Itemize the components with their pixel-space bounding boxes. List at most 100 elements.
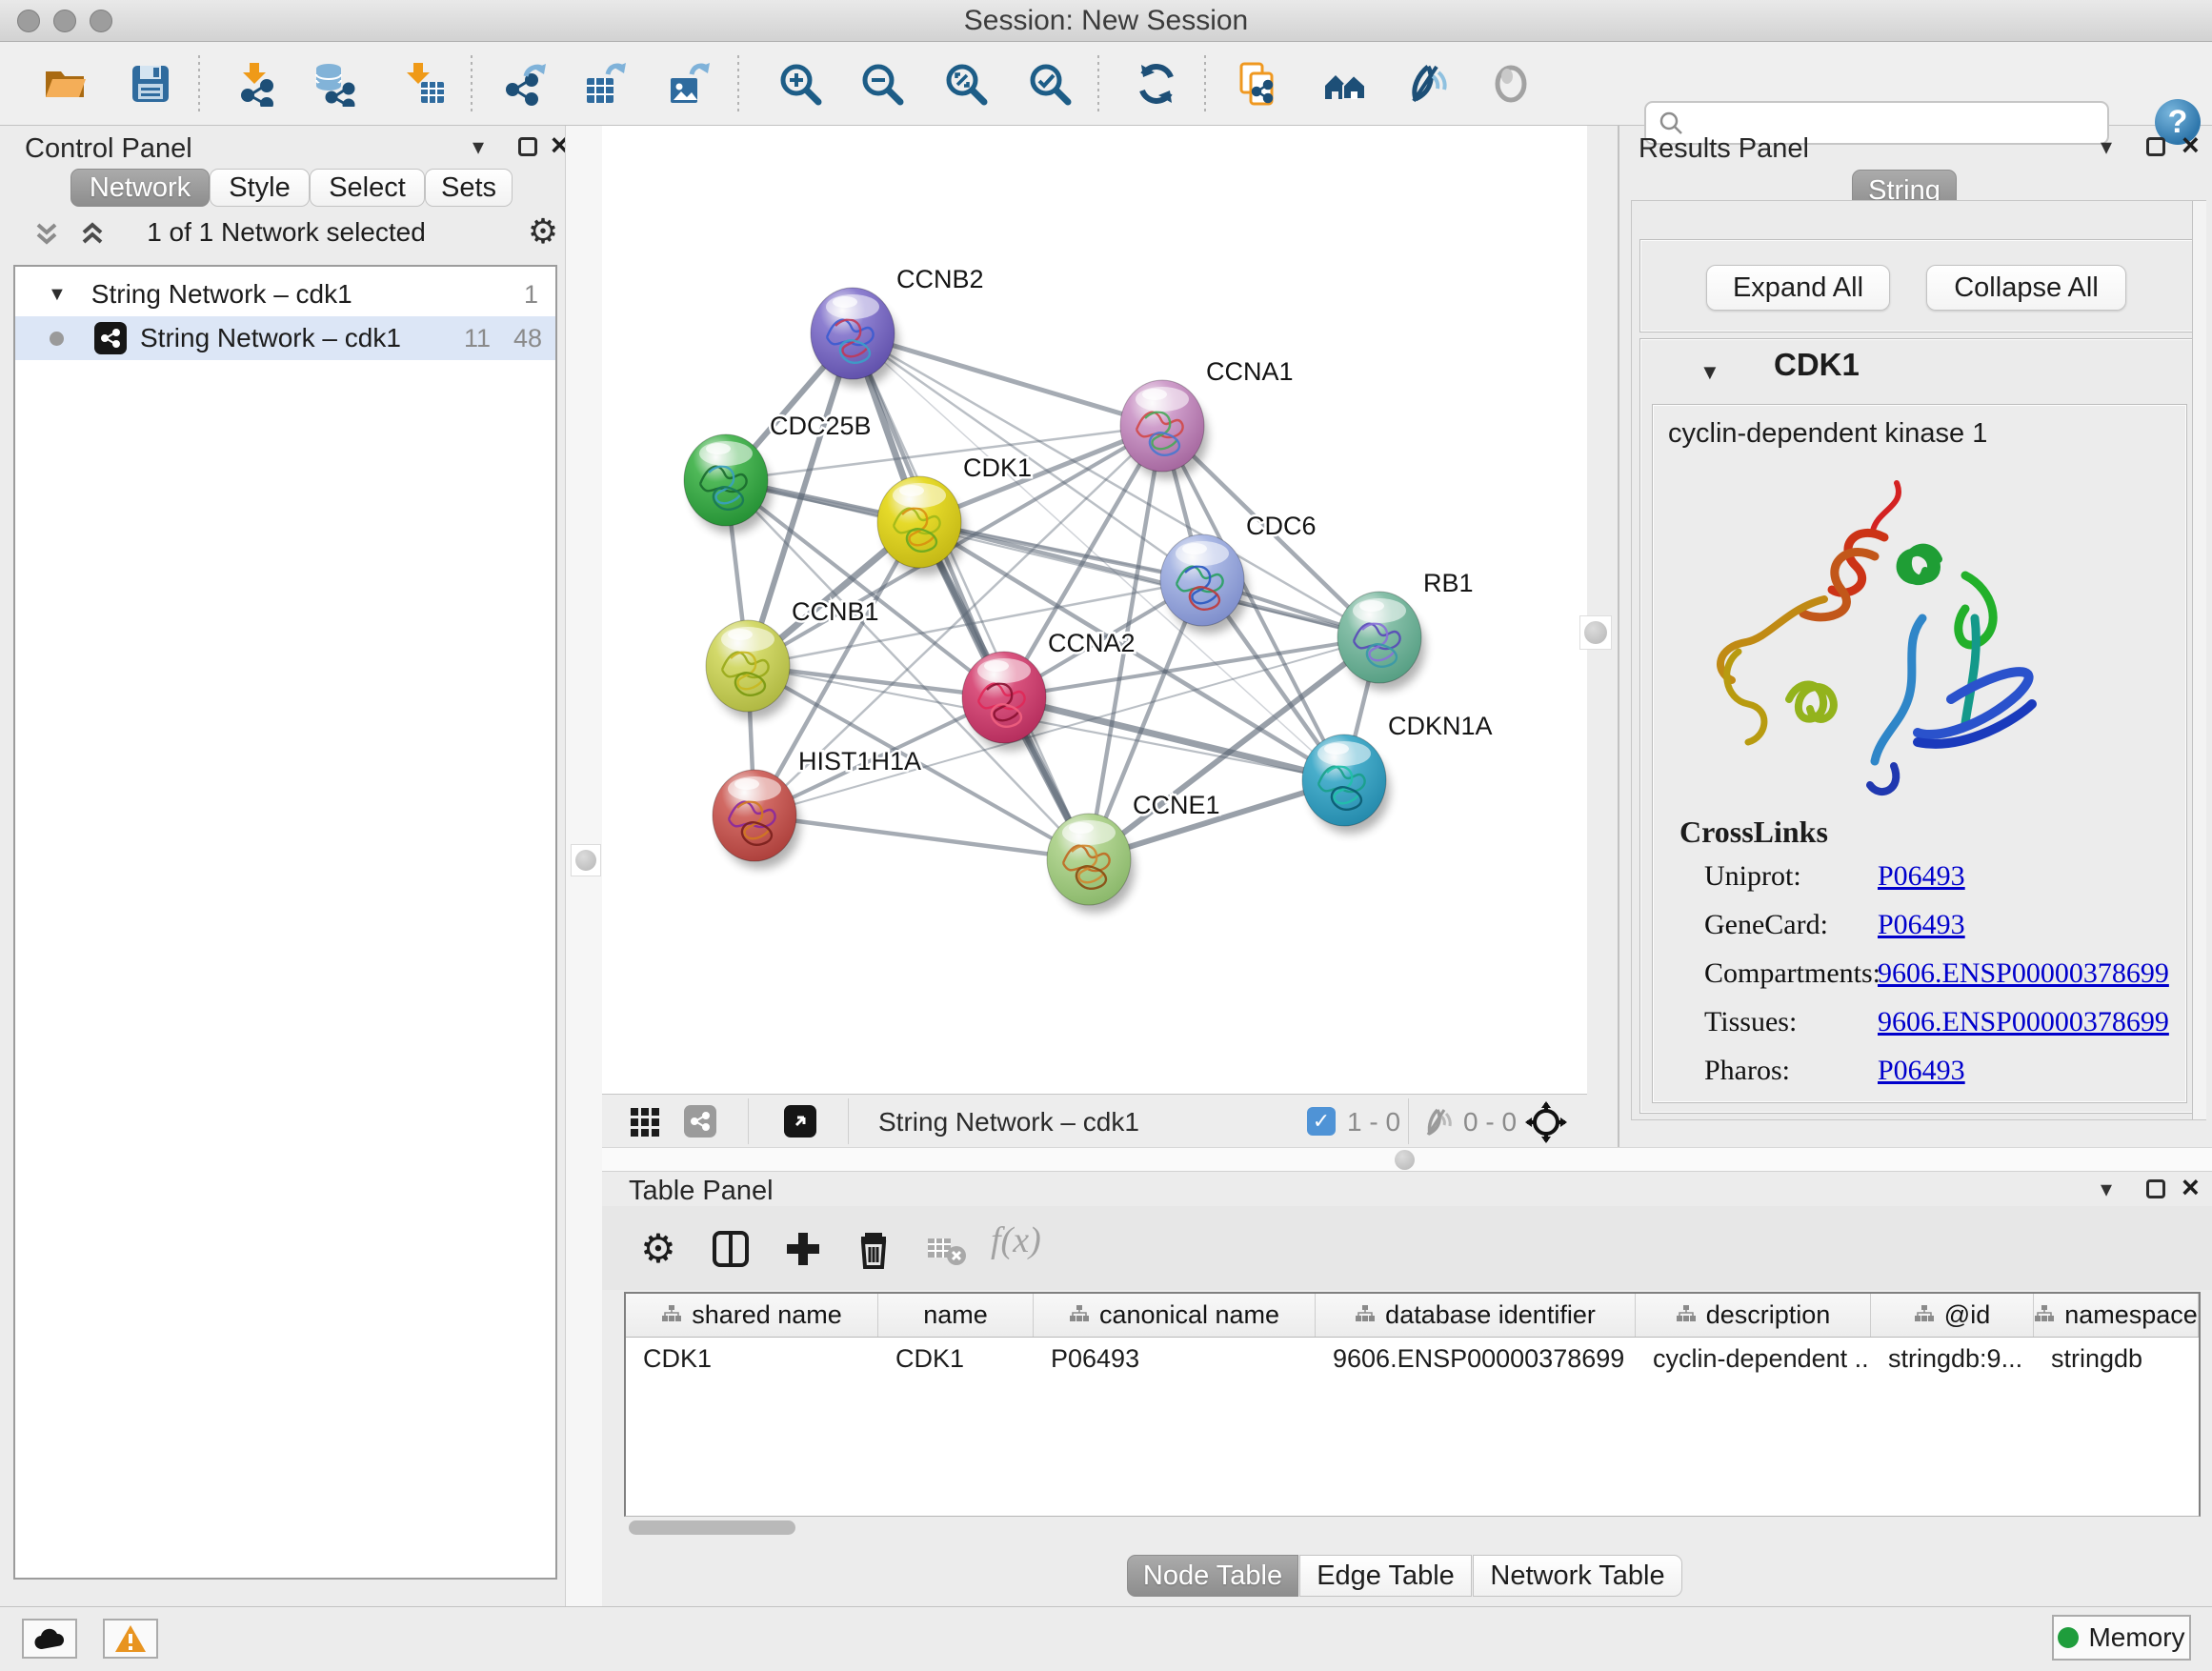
- table-cell[interactable]: CDK1: [626, 1338, 878, 1379]
- network-node-HIST1H1A[interactable]: HIST1H1A: [713, 747, 921, 869]
- control-panel-menu-icon[interactable]: ▾: [473, 133, 484, 161]
- show-all-icon[interactable]: [1488, 61, 1534, 107]
- new-network-from-selection-icon[interactable]: [1237, 61, 1282, 107]
- cloud-button[interactable]: [22, 1619, 77, 1659]
- delete-column-icon[interactable]: [852, 1227, 895, 1271]
- table-cell[interactable]: CDK1: [878, 1338, 1034, 1379]
- crosslink-link[interactable]: P06493: [1878, 860, 1965, 893]
- tab-select[interactable]: Select: [310, 169, 425, 207]
- tab-network[interactable]: Network: [70, 169, 210, 207]
- zoom-in-icon[interactable]: [777, 61, 823, 107]
- hide-selected-icon[interactable]: [1404, 61, 1450, 107]
- delete-table-icon[interactable]: [924, 1227, 968, 1271]
- network-node-RB1[interactable]: RB1: [1337, 569, 1474, 691]
- right-splitter[interactable]: [1587, 126, 1619, 1147]
- column-header-name[interactable]: name: [878, 1294, 1034, 1337]
- column-header--id[interactable]: @id: [1871, 1294, 2034, 1337]
- control-panel-float-icon[interactable]: [518, 137, 537, 156]
- results-panel-close-icon[interactable]: ×: [2182, 135, 2200, 154]
- crosslink-row: Pharos:P06493: [1653, 1055, 2188, 1103]
- zoom-out-icon[interactable]: [859, 61, 905, 107]
- apply-layout-icon[interactable]: [1134, 61, 1179, 107]
- network-node-CCNE1[interactable]: CCNE1: [1047, 791, 1220, 913]
- column-header-database-identifier[interactable]: database identifier: [1316, 1294, 1636, 1337]
- zoom-fit-icon[interactable]: [943, 61, 989, 107]
- table-body[interactable]: CDK1CDK1P064939606.ENSP00000378699cyclin…: [626, 1338, 2199, 1379]
- birdseye-view-icon[interactable]: [784, 1105, 816, 1137]
- selected-checkbox-icon[interactable]: ✓: [1307, 1107, 1336, 1136]
- network-view-icon[interactable]: [684, 1105, 716, 1137]
- column-header-description[interactable]: description: [1636, 1294, 1871, 1337]
- fit-selected-crosshair-icon[interactable]: [1524, 1100, 1568, 1144]
- tab-edge-table[interactable]: Edge Table: [1299, 1555, 1472, 1597]
- open-session-icon[interactable]: [42, 61, 88, 107]
- right-splitter-handle[interactable]: [1579, 615, 1612, 650]
- column-header-namespace[interactable]: namespace: [2034, 1294, 2199, 1337]
- save-session-icon[interactable]: [128, 61, 173, 107]
- first-neighbors-icon[interactable]: [1322, 61, 1368, 107]
- column-header-shared-name[interactable]: shared name: [626, 1294, 878, 1337]
- expand-all-button[interactable]: Expand All: [1706, 265, 1890, 311]
- protein-structure-image: [1679, 466, 2041, 809]
- create-column-icon[interactable]: [781, 1227, 825, 1271]
- export-table-icon[interactable]: [583, 61, 629, 107]
- show-columns-icon[interactable]: [709, 1227, 753, 1271]
- table-panel-close-icon[interactable]: ×: [2182, 1178, 2200, 1197]
- tab-node-table[interactable]: Node Table: [1127, 1555, 1298, 1597]
- network-row[interactable]: String Network – cdk1 11 48: [15, 316, 555, 360]
- grid-view-icon[interactable]: [629, 1106, 661, 1138]
- collapse-all-button[interactable]: Collapse All: [1926, 265, 2126, 311]
- network-options-gear-icon[interactable]: ⚙: [524, 213, 562, 252]
- network-node-label: CCNA1: [1206, 357, 1294, 386]
- results-scrollbar[interactable]: [2192, 201, 2206, 1119]
- tab-style[interactable]: Style: [210, 169, 310, 207]
- warnings-button[interactable]: [103, 1619, 158, 1659]
- export-network-icon[interactable]: [503, 61, 549, 107]
- table-panel-float-icon[interactable]: [2146, 1179, 2165, 1198]
- import-network-icon[interactable]: [232, 61, 278, 107]
- import-network-from-database-icon[interactable]: [312, 61, 358, 107]
- network-node-CCNB2[interactable]: CCNB2: [811, 265, 984, 387]
- table-panel-menu-icon[interactable]: ▾: [2101, 1176, 2112, 1203]
- crosslink-link[interactable]: P06493: [1878, 1055, 1965, 1087]
- column-header-canonical-name[interactable]: canonical name: [1034, 1294, 1316, 1337]
- left-splitter-handle[interactable]: [571, 844, 601, 876]
- table-header-row[interactable]: shared namenamecanonical namedatabase id…: [626, 1294, 2199, 1338]
- tab-network-table[interactable]: Network Table: [1473, 1555, 1682, 1597]
- collection-expand-icon[interactable]: ▼: [48, 284, 67, 306]
- node-table[interactable]: shared namenamecanonical namedatabase id…: [624, 1292, 2201, 1517]
- results-panel-float-icon[interactable]: [2146, 137, 2165, 156]
- crosslink-link[interactable]: 9606.ENSP00000378699: [1878, 957, 2169, 990]
- network-node-CCNA1[interactable]: CCNA1: [1120, 357, 1294, 479]
- gene-collapse-icon[interactable]: ▼: [1699, 360, 1720, 385]
- hidden-eye-icon[interactable]: [1421, 1106, 1456, 1138]
- network-graph[interactable]: CCNB2CCNA1CDC25BCDK1CDC6RB1CCNB1CCNA2CDK…: [602, 126, 1587, 1094]
- network-canvas[interactable]: CCNB2CCNA1CDC25BCDK1CDC6RB1CCNB1CCNA2CDK…: [602, 126, 1587, 1094]
- crosslink-link[interactable]: P06493: [1878, 909, 1965, 941]
- warning-icon: [113, 1623, 148, 1654]
- left-splitter[interactable]: [565, 126, 602, 1606]
- tab-sets[interactable]: Sets: [425, 169, 513, 207]
- results-panel-menu-icon[interactable]: ▾: [2101, 133, 2112, 161]
- import-table-icon[interactable]: [400, 61, 446, 107]
- network-node-label: CCNA2: [1048, 629, 1136, 657]
- network-collection-row[interactable]: ▼ String Network – cdk1 1: [15, 272, 555, 316]
- table-hscrollbar-thumb[interactable]: [629, 1520, 795, 1535]
- memory-button[interactable]: Memory: [2052, 1615, 2191, 1661]
- table-cell[interactable]: stringdb:9...: [1871, 1338, 2034, 1379]
- table-cell[interactable]: cyclin-dependent ...: [1636, 1338, 1871, 1379]
- crosslink-label: Uniprot:: [1704, 860, 1801, 893]
- horizontal-splitter-handle[interactable]: [1395, 1150, 1415, 1170]
- toolbar-separator: [1097, 55, 1099, 112]
- crosslink-link[interactable]: 9606.ENSP00000378699: [1878, 1006, 2169, 1038]
- table-cell[interactable]: stringdb: [2034, 1338, 2199, 1379]
- horizontal-splitter[interactable]: [602, 1147, 2212, 1172]
- network-node-CDKN1A[interactable]: CDKN1A: [1302, 712, 1493, 834]
- function-builder-icon[interactable]: f(x): [991, 1219, 1041, 1261]
- zoom-selected-icon[interactable]: [1027, 61, 1073, 107]
- table-cell[interactable]: P06493: [1034, 1338, 1316, 1379]
- table-cell[interactable]: 9606.ENSP00000378699: [1316, 1338, 1636, 1379]
- table-options-gear-icon[interactable]: ⚙: [636, 1227, 680, 1271]
- table-row[interactable]: CDK1CDK1P064939606.ENSP00000378699cyclin…: [626, 1338, 2199, 1379]
- export-image-icon[interactable]: [667, 61, 713, 107]
